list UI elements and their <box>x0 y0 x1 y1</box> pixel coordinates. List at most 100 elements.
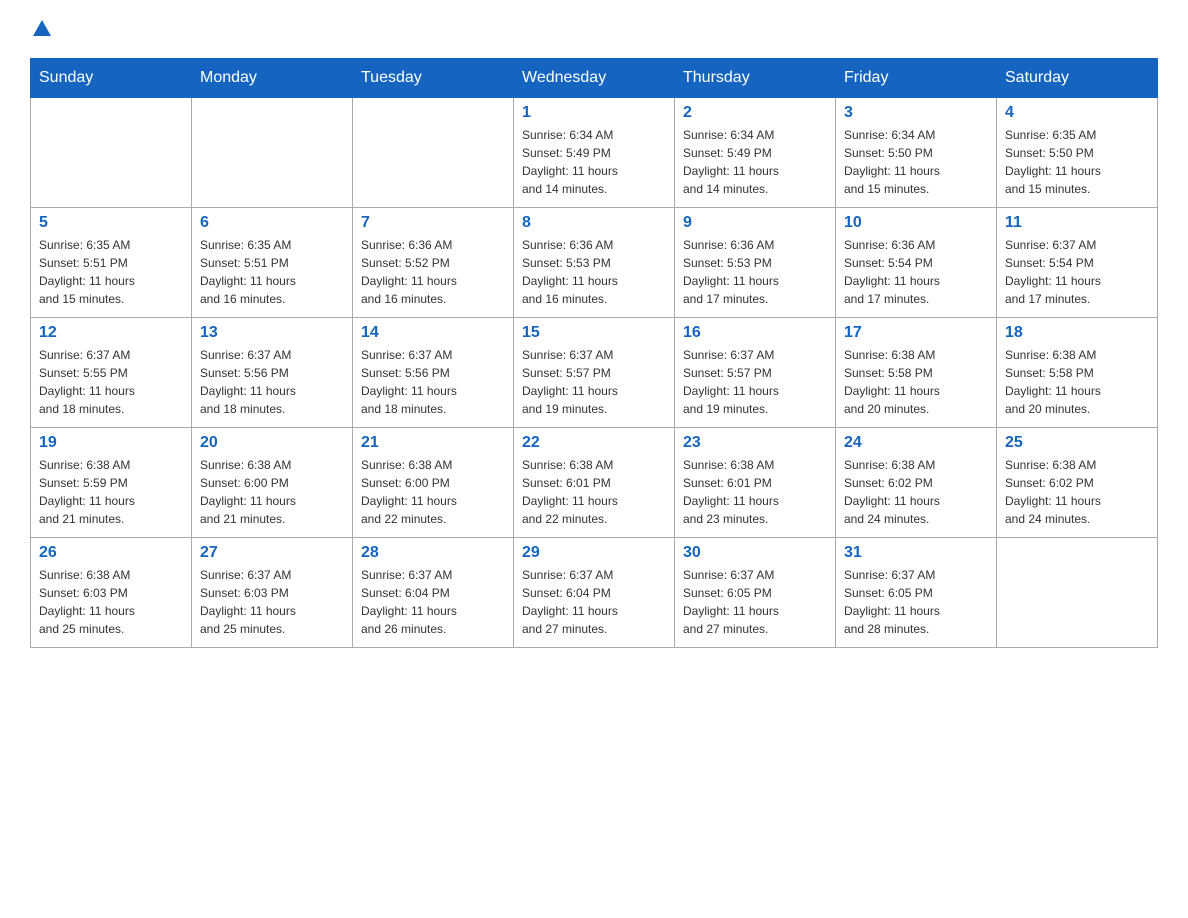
day-number: 28 <box>361 544 505 562</box>
day-info: Sunrise: 6:37 AM Sunset: 5:57 PM Dayligh… <box>522 346 666 418</box>
day-info: Sunrise: 6:37 AM Sunset: 6:04 PM Dayligh… <box>522 566 666 638</box>
calendar-cell: 22 Sunrise: 6:38 AM Sunset: 6:01 PM Dayli… <box>514 428 675 538</box>
calendar-cell: 27 Sunrise: 6:37 AM Sunset: 6:03 PM Dayli… <box>192 538 353 648</box>
calendar-cell <box>31 98 192 208</box>
calendar-cell <box>353 98 514 208</box>
calendar-week-row: 26 Sunrise: 6:38 AM Sunset: 6:03 PM Dayli… <box>31 538 1158 648</box>
day-info: Sunrise: 6:37 AM Sunset: 5:56 PM Dayligh… <box>200 346 344 418</box>
day-number: 16 <box>683 324 827 342</box>
calendar-cell: 1 Sunrise: 6:34 AM Sunset: 5:49 PM Daylig… <box>514 98 675 208</box>
day-info: Sunrise: 6:35 AM Sunset: 5:51 PM Dayligh… <box>200 236 344 308</box>
calendar-cell: 26 Sunrise: 6:38 AM Sunset: 6:03 PM Dayli… <box>31 538 192 648</box>
calendar-week-row: 12 Sunrise: 6:37 AM Sunset: 5:55 PM Dayli… <box>31 318 1158 428</box>
day-number: 13 <box>200 324 344 342</box>
calendar-cell: 3 Sunrise: 6:34 AM Sunset: 5:50 PM Daylig… <box>836 98 997 208</box>
day-info: Sunrise: 6:36 AM Sunset: 5:54 PM Dayligh… <box>844 236 988 308</box>
day-number: 20 <box>200 434 344 452</box>
calendar-cell: 10Sunrise: 6:36 AM Sunset: 5:54 PM Dayli… <box>836 208 997 318</box>
day-number: 9 <box>683 214 827 232</box>
calendar-cell: 28 Sunrise: 6:37 AM Sunset: 6:04 PM Dayli… <box>353 538 514 648</box>
day-info: Sunrise: 6:34 AM Sunset: 5:49 PM Dayligh… <box>522 126 666 198</box>
day-number: 11 <box>1005 214 1149 232</box>
calendar-cell: 29 Sunrise: 6:37 AM Sunset: 6:04 PM Dayli… <box>514 538 675 648</box>
day-info: Sunrise: 6:38 AM Sunset: 6:01 PM Dayligh… <box>683 456 827 528</box>
calendar-cell: 20 Sunrise: 6:38 AM Sunset: 6:00 PM Dayli… <box>192 428 353 538</box>
calendar-cell: 13 Sunrise: 6:37 AM Sunset: 5:56 PM Dayli… <box>192 318 353 428</box>
day-info: Sunrise: 6:37 AM Sunset: 6:05 PM Dayligh… <box>683 566 827 638</box>
day-number: 26 <box>39 544 183 562</box>
day-number: 27 <box>200 544 344 562</box>
weekday-header-monday: Monday <box>192 59 353 98</box>
day-info: Sunrise: 6:37 AM Sunset: 5:57 PM Dayligh… <box>683 346 827 418</box>
day-number: 6 <box>200 214 344 232</box>
calendar-cell: 11Sunrise: 6:37 AM Sunset: 5:54 PM Dayli… <box>997 208 1158 318</box>
day-number: 8 <box>522 214 666 232</box>
weekday-header-row: SundayMondayTuesdayWednesdayThursdayFrid… <box>31 59 1158 98</box>
page-header <box>30 20 1158 40</box>
logo <box>30 20 51 40</box>
weekday-header-saturday: Saturday <box>997 59 1158 98</box>
day-number: 23 <box>683 434 827 452</box>
day-info: Sunrise: 6:34 AM Sunset: 5:49 PM Dayligh… <box>683 126 827 198</box>
day-number: 31 <box>844 544 988 562</box>
calendar-table: SundayMondayTuesdayWednesdayThursdayFrid… <box>30 58 1158 648</box>
calendar-cell: 4 Sunrise: 6:35 AM Sunset: 5:50 PM Daylig… <box>997 98 1158 208</box>
calendar-cell: 12 Sunrise: 6:37 AM Sunset: 5:55 PM Dayli… <box>31 318 192 428</box>
day-number: 14 <box>361 324 505 342</box>
weekday-header-friday: Friday <box>836 59 997 98</box>
day-number: 2 <box>683 104 827 122</box>
day-info: Sunrise: 6:36 AM Sunset: 5:52 PM Dayligh… <box>361 236 505 308</box>
calendar-cell <box>192 98 353 208</box>
day-number: 5 <box>39 214 183 232</box>
calendar-cell: 7 Sunrise: 6:36 AM Sunset: 5:52 PM Daylig… <box>353 208 514 318</box>
calendar-cell: 6 Sunrise: 6:35 AM Sunset: 5:51 PM Daylig… <box>192 208 353 318</box>
day-number: 17 <box>844 324 988 342</box>
day-info: Sunrise: 6:38 AM Sunset: 5:58 PM Dayligh… <box>844 346 988 418</box>
calendar-week-row: 1 Sunrise: 6:34 AM Sunset: 5:49 PM Daylig… <box>31 98 1158 208</box>
day-info: Sunrise: 6:37 AM Sunset: 6:04 PM Dayligh… <box>361 566 505 638</box>
day-number: 1 <box>522 104 666 122</box>
calendar-cell: 23 Sunrise: 6:38 AM Sunset: 6:01 PM Dayli… <box>675 428 836 538</box>
day-info: Sunrise: 6:35 AM Sunset: 5:50 PM Dayligh… <box>1005 126 1149 198</box>
day-info: Sunrise: 6:38 AM Sunset: 5:59 PM Dayligh… <box>39 456 183 528</box>
day-number: 22 <box>522 434 666 452</box>
calendar-cell: 30 Sunrise: 6:37 AM Sunset: 6:05 PM Dayli… <box>675 538 836 648</box>
weekday-header-sunday: Sunday <box>31 59 192 98</box>
day-info: Sunrise: 6:35 AM Sunset: 5:51 PM Dayligh… <box>39 236 183 308</box>
calendar-cell: 14 Sunrise: 6:37 AM Sunset: 5:56 PM Dayli… <box>353 318 514 428</box>
day-info: Sunrise: 6:38 AM Sunset: 6:02 PM Dayligh… <box>844 456 988 528</box>
day-number: 29 <box>522 544 666 562</box>
day-info: Sunrise: 6:36 AM Sunset: 5:53 PM Dayligh… <box>522 236 666 308</box>
calendar-cell: 18Sunrise: 6:38 AM Sunset: 5:58 PM Dayli… <box>997 318 1158 428</box>
day-number: 21 <box>361 434 505 452</box>
day-info: Sunrise: 6:37 AM Sunset: 6:03 PM Dayligh… <box>200 566 344 638</box>
day-info: Sunrise: 6:36 AM Sunset: 5:53 PM Dayligh… <box>683 236 827 308</box>
calendar-cell: 19 Sunrise: 6:38 AM Sunset: 5:59 PM Dayli… <box>31 428 192 538</box>
day-number: 7 <box>361 214 505 232</box>
day-info: Sunrise: 6:37 AM Sunset: 6:05 PM Dayligh… <box>844 566 988 638</box>
day-number: 19 <box>39 434 183 452</box>
day-info: Sunrise: 6:37 AM Sunset: 5:56 PM Dayligh… <box>361 346 505 418</box>
day-number: 25 <box>1005 434 1149 452</box>
calendar-cell: 31 Sunrise: 6:37 AM Sunset: 6:05 PM Dayli… <box>836 538 997 648</box>
day-number: 12 <box>39 324 183 342</box>
day-info: Sunrise: 6:38 AM Sunset: 6:01 PM Dayligh… <box>522 456 666 528</box>
day-number: 30 <box>683 544 827 562</box>
calendar-week-row: 5 Sunrise: 6:35 AM Sunset: 5:51 PM Daylig… <box>31 208 1158 318</box>
calendar-week-row: 19 Sunrise: 6:38 AM Sunset: 5:59 PM Dayli… <box>31 428 1158 538</box>
day-info: Sunrise: 6:38 AM Sunset: 6:03 PM Dayligh… <box>39 566 183 638</box>
day-info: Sunrise: 6:38 AM Sunset: 6:00 PM Dayligh… <box>200 456 344 528</box>
calendar-cell: 2 Sunrise: 6:34 AM Sunset: 5:49 PM Daylig… <box>675 98 836 208</box>
day-number: 24 <box>844 434 988 452</box>
calendar-cell: 5 Sunrise: 6:35 AM Sunset: 5:51 PM Daylig… <box>31 208 192 318</box>
weekday-header-wednesday: Wednesday <box>514 59 675 98</box>
calendar-cell: 15Sunrise: 6:37 AM Sunset: 5:57 PM Dayli… <box>514 318 675 428</box>
day-info: Sunrise: 6:34 AM Sunset: 5:50 PM Dayligh… <box>844 126 988 198</box>
calendar-cell: 8 Sunrise: 6:36 AM Sunset: 5:53 PM Daylig… <box>514 208 675 318</box>
day-number: 3 <box>844 104 988 122</box>
calendar-cell: 17 Sunrise: 6:38 AM Sunset: 5:58 PM Dayli… <box>836 318 997 428</box>
calendar-cell: 16 Sunrise: 6:37 AM Sunset: 5:57 PM Dayli… <box>675 318 836 428</box>
day-info: Sunrise: 6:37 AM Sunset: 5:55 PM Dayligh… <box>39 346 183 418</box>
day-number: 4 <box>1005 104 1149 122</box>
calendar-cell: 25Sunrise: 6:38 AM Sunset: 6:02 PM Dayli… <box>997 428 1158 538</box>
